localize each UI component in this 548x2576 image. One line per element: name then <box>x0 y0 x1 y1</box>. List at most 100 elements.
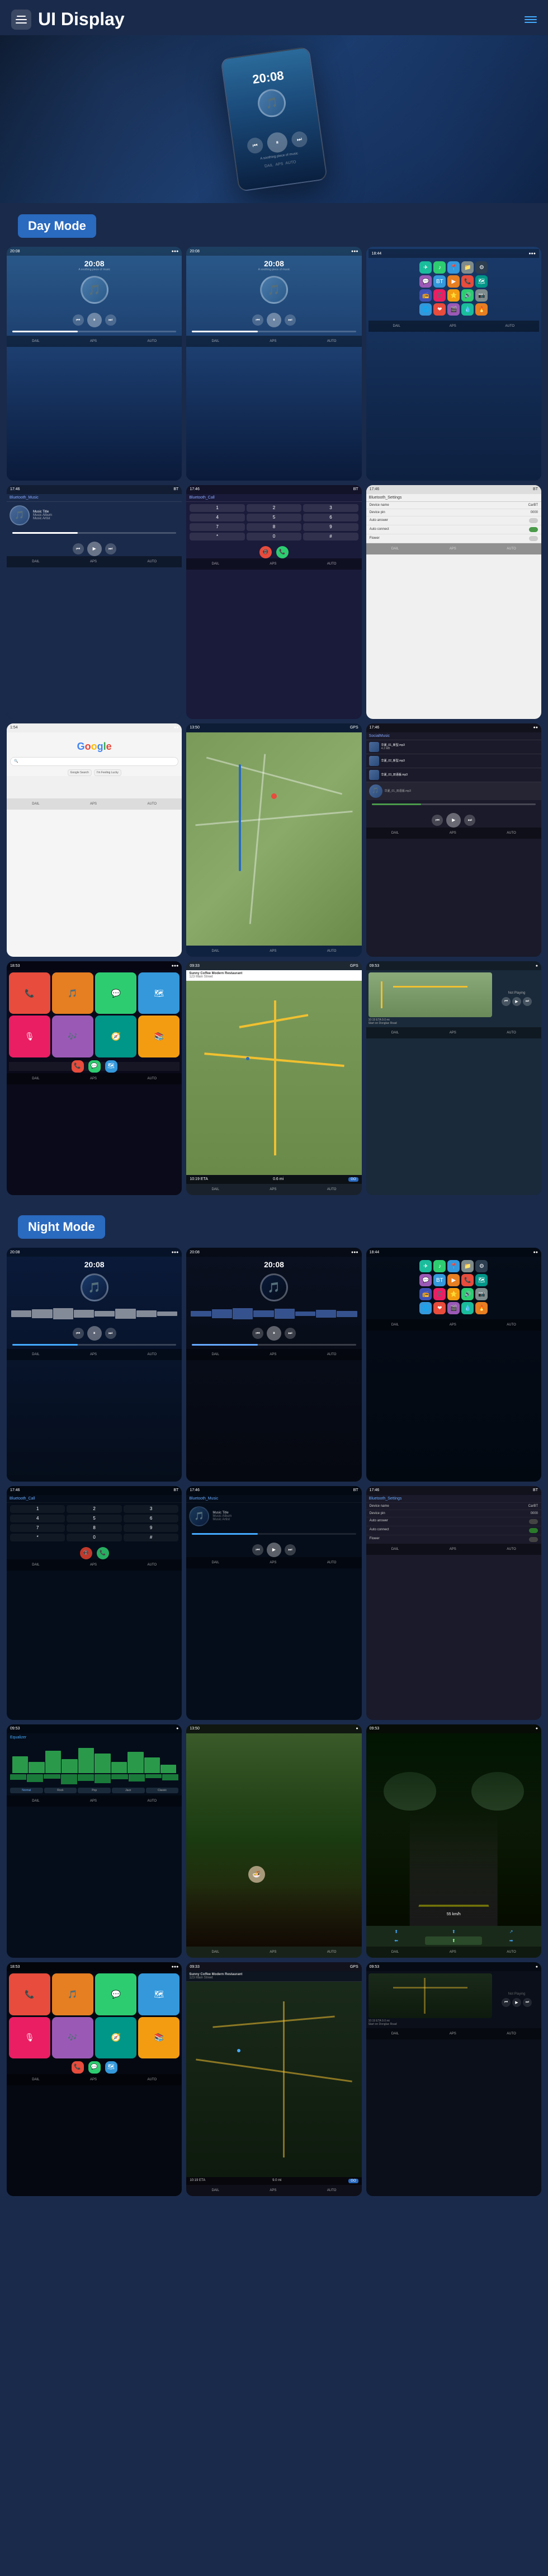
night-app-3[interactable]: 📍 <box>447 1260 460 1272</box>
key-5[interactable]: 5 <box>247 514 301 521</box>
night-cp-dock-2[interactable]: 💬 <box>88 2061 101 2074</box>
app-extra1[interactable]: 📻 <box>419 289 432 302</box>
night-app-9[interactable]: 📞 <box>461 1274 474 1286</box>
key-star[interactable]: * <box>190 533 244 540</box>
app-wechat[interactable]: 💬 <box>419 275 432 288</box>
carplay-music[interactable]: 🎵 <box>52 972 93 1014</box>
app-bt[interactable]: BT <box>433 275 446 288</box>
carplay-podcast[interactable]: 🎙 <box>9 1016 50 1057</box>
hero-prev-btn[interactable]: ⏮ <box>246 137 264 154</box>
key-2[interactable]: 2 <box>247 504 301 512</box>
road-ctrl-4[interactable]: ⬅ <box>368 1936 425 1945</box>
night-cp-podcast[interactable]: 🎙 <box>9 2017 50 2058</box>
next-btn-1[interactable]: ⏭ <box>105 314 116 326</box>
menu-icon[interactable] <box>11 10 31 30</box>
night-app-1[interactable]: ✈ <box>419 1260 432 1272</box>
eq-preset-2[interactable]: Rock <box>44 1788 77 1793</box>
app-extra9[interactable]: 💧 <box>461 303 474 316</box>
night-go-btn[interactable]: GO <box>348 2179 358 2183</box>
night-app-20[interactable]: 🔥 <box>475 1302 488 1314</box>
road-ctrl-2[interactable]: ⬆ <box>425 1928 482 1936</box>
carplay-spotify[interactable]: 🎶 <box>52 1016 93 1057</box>
app-extra3[interactable]: ⭐ <box>447 289 460 302</box>
app-media[interactable]: ▶ <box>447 275 460 288</box>
night-key-0[interactable]: 0 <box>67 1534 121 1541</box>
night-cp-music[interactable]: 🎵 <box>52 1973 93 2015</box>
app-maps[interactable]: 📍 <box>447 261 460 274</box>
google-search-btn[interactable]: Google Search <box>68 769 92 776</box>
eq-preset-5[interactable]: Classic <box>146 1788 179 1793</box>
night-cp-phone[interactable]: 📞 <box>9 1973 50 2015</box>
app-extra6[interactable]: 🌐 <box>419 303 432 316</box>
night-auto-connect-toggle[interactable] <box>529 1528 538 1533</box>
np-prev[interactable]: ⏮ <box>502 997 511 1006</box>
night-app-5[interactable]: ⚙ <box>475 1260 488 1272</box>
nav-go-btn[interactable]: GO <box>348 1177 358 1182</box>
key-7[interactable]: 7 <box>190 523 244 531</box>
key-4[interactable]: 4 <box>190 514 244 521</box>
key-6[interactable]: 6 <box>303 514 358 521</box>
night-np-play[interactable]: ▶ <box>512 1998 521 2007</box>
night-app-18[interactable]: 🎬 <box>447 1302 460 1314</box>
key-1[interactable]: 1 <box>190 504 244 512</box>
night-cp-messages[interactable]: 💬 <box>95 1973 136 2015</box>
carplay-audiobooks[interactable]: 📚 <box>138 1016 179 1057</box>
carplay-maps[interactable]: 🗺 <box>138 972 179 1014</box>
night-app-13[interactable]: ⭐ <box>447 1288 460 1300</box>
app-music[interactable]: ♪ <box>433 261 446 274</box>
app-extra4[interactable]: 🔊 <box>461 289 474 302</box>
hero-play-btn[interactable]: ⏸ <box>266 131 289 154</box>
app-settings[interactable]: ⚙ <box>475 261 488 274</box>
night-bt-prev[interactable]: ⏮ <box>252 1544 263 1555</box>
night-key-2[interactable]: 2 <box>67 1505 121 1513</box>
night-cp-waze[interactable]: 🧭 <box>95 2017 136 2058</box>
app-extra2[interactable]: 🎵 <box>433 289 446 302</box>
night-end-call[interactable]: 📵 <box>80 1547 92 1559</box>
night-cp-dock-1[interactable]: 📞 <box>72 2061 84 2074</box>
night-app-11[interactable]: 📻 <box>419 1288 432 1300</box>
night-play-2[interactable]: ⏸ <box>267 1326 281 1341</box>
night-answer-call[interactable]: 📞 <box>97 1547 109 1559</box>
night-key-3[interactable]: 3 <box>124 1505 178 1513</box>
night-app-6[interactable]: 💬 <box>419 1274 432 1286</box>
carplay-dock-nav[interactable]: 🗺 <box>105 1060 117 1073</box>
play-btn-2[interactable]: ⏸ <box>267 313 281 327</box>
night-bt-play[interactable]: ▶ <box>267 1543 281 1557</box>
night-app-19[interactable]: 💧 <box>461 1302 474 1314</box>
next-btn-2[interactable]: ⏭ <box>285 314 296 326</box>
night-app-4[interactable]: 📁 <box>461 1260 474 1272</box>
night-next-1[interactable]: ⏭ <box>105 1328 116 1339</box>
auto-connect-toggle[interactable] <box>529 527 538 532</box>
bt-play[interactable]: ▶ <box>87 542 102 556</box>
carplay-waze[interactable]: 🧭 <box>95 1016 136 1057</box>
night-next-2[interactable]: ⏭ <box>285 1328 296 1339</box>
road-ctrl-6[interactable]: ➡ <box>483 1936 540 1945</box>
night-play-1[interactable]: ⏸ <box>87 1326 102 1341</box>
play-btn-1[interactable]: ⏸ <box>87 313 102 327</box>
prev-btn-2[interactable]: ⏮ <box>252 314 263 326</box>
key-0[interactable]: 0 <box>247 533 301 540</box>
social-next[interactable]: ⏭ <box>464 815 475 826</box>
carplay-dock-phone[interactable]: 📞 <box>72 1060 84 1073</box>
night-prev-2[interactable]: ⏮ <box>252 1328 263 1339</box>
eq-preset-3[interactable]: Pop <box>78 1788 111 1793</box>
night-cp-books[interactable]: 📚 <box>138 2017 179 2058</box>
auto-answer-toggle[interactable] <box>529 518 538 523</box>
social-item-2[interactable]: 华夏_02_新型.mp3 <box>366 754 541 768</box>
flower-toggle[interactable] <box>529 536 538 541</box>
night-app-7[interactable]: BT <box>433 1274 446 1286</box>
app-extra7[interactable]: ❤ <box>433 303 446 316</box>
night-cp-spotify[interactable]: 🎶 <box>52 2017 93 2058</box>
night-cp-maps[interactable]: 🗺 <box>138 1973 179 2015</box>
night-prev-1[interactable]: ⏮ <box>73 1328 84 1339</box>
night-key-5[interactable]: 5 <box>67 1515 121 1522</box>
np-next[interactable]: ⏭ <box>523 997 532 1006</box>
app-files[interactable]: 📁 <box>461 261 474 274</box>
night-key-6[interactable]: 6 <box>124 1515 178 1522</box>
answer-call-btn[interactable]: 📞 <box>276 546 289 558</box>
night-key-4[interactable]: 4 <box>10 1515 65 1522</box>
google-feeling-btn[interactable]: I'm Feeling Lucky <box>94 769 121 776</box>
night-cp-dock-3[interactable]: 🗺 <box>105 2061 117 2074</box>
eq-preset-4[interactable]: Jazz <box>112 1788 145 1793</box>
social-item-3[interactable]: 华夏_03_双语版.mp3 <box>366 768 541 782</box>
